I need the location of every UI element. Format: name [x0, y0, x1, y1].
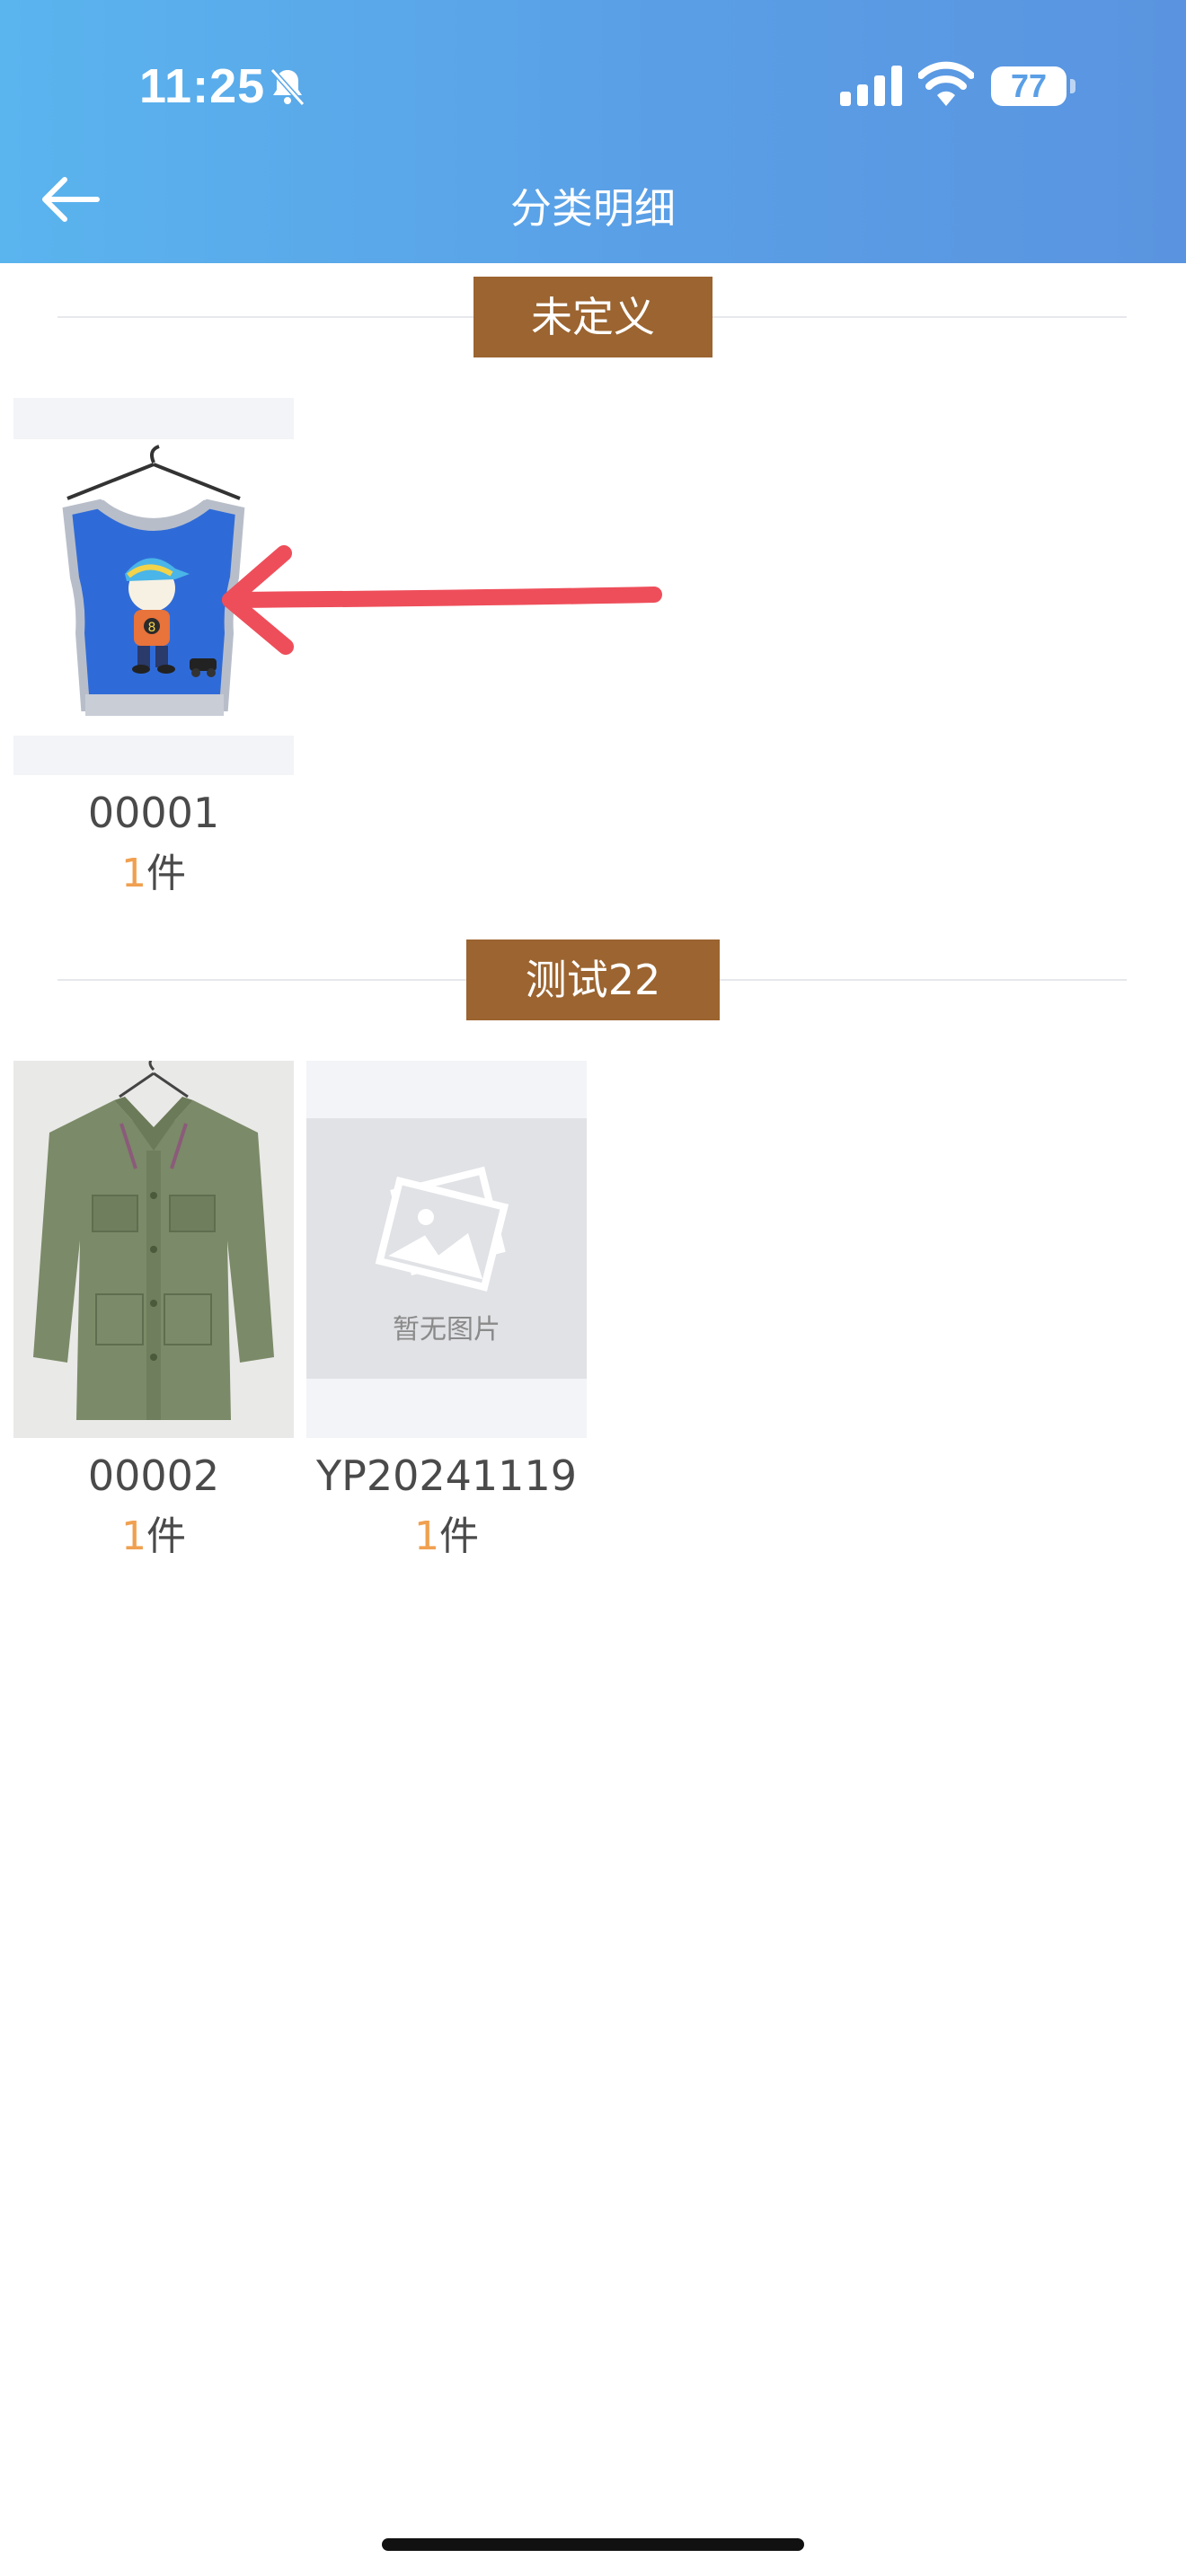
product-code: 00001	[87, 789, 220, 837]
quantity-number: 1	[121, 851, 146, 896]
image-placeholder-icon	[375, 1166, 509, 1292]
quantity-number: 1	[121, 1513, 146, 1559]
product-thumbnail[interactable]	[13, 1061, 294, 1438]
quantity-number: 1	[414, 1513, 439, 1559]
battery-icon: 77	[991, 66, 1067, 106]
product-code: 00002	[87, 1451, 220, 1500]
no-image-text: 暂无图片	[393, 1314, 500, 1345]
battery-tip	[1070, 79, 1075, 93]
product-quantity: 1件	[13, 1510, 294, 1564]
svg-text:8: 8	[148, 621, 156, 635]
section-label: 未定义	[474, 277, 712, 357]
status-time: 11:25	[139, 59, 266, 113]
product-code: YP20241119	[316, 1451, 577, 1500]
red-arrow-annotation	[222, 545, 662, 655]
quantity-unit: 件	[146, 1513, 186, 1559]
silent-bell-icon	[270, 67, 305, 107]
jacket-image	[13, 1061, 294, 1438]
product-quantity: 1件	[13, 847, 294, 901]
quantity-unit: 件	[439, 1513, 479, 1559]
wifi-icon	[918, 61, 974, 106]
home-indicator[interactable]	[382, 2538, 804, 2551]
product-quantity: 1件	[306, 1510, 587, 1564]
no-image-placeholder: 暂无图片	[306, 1118, 587, 1379]
page-title: 分类明细	[510, 184, 676, 233]
product-thumbnail[interactable]: 暂无图片	[306, 1061, 587, 1438]
battery-level: 77	[1010, 67, 1048, 104]
quantity-unit: 件	[146, 851, 186, 896]
cellular-signal-icon	[840, 66, 902, 106]
section-label: 测试22	[466, 940, 720, 1020]
app-header: 11:25 77 分类明细	[0, 0, 1186, 263]
